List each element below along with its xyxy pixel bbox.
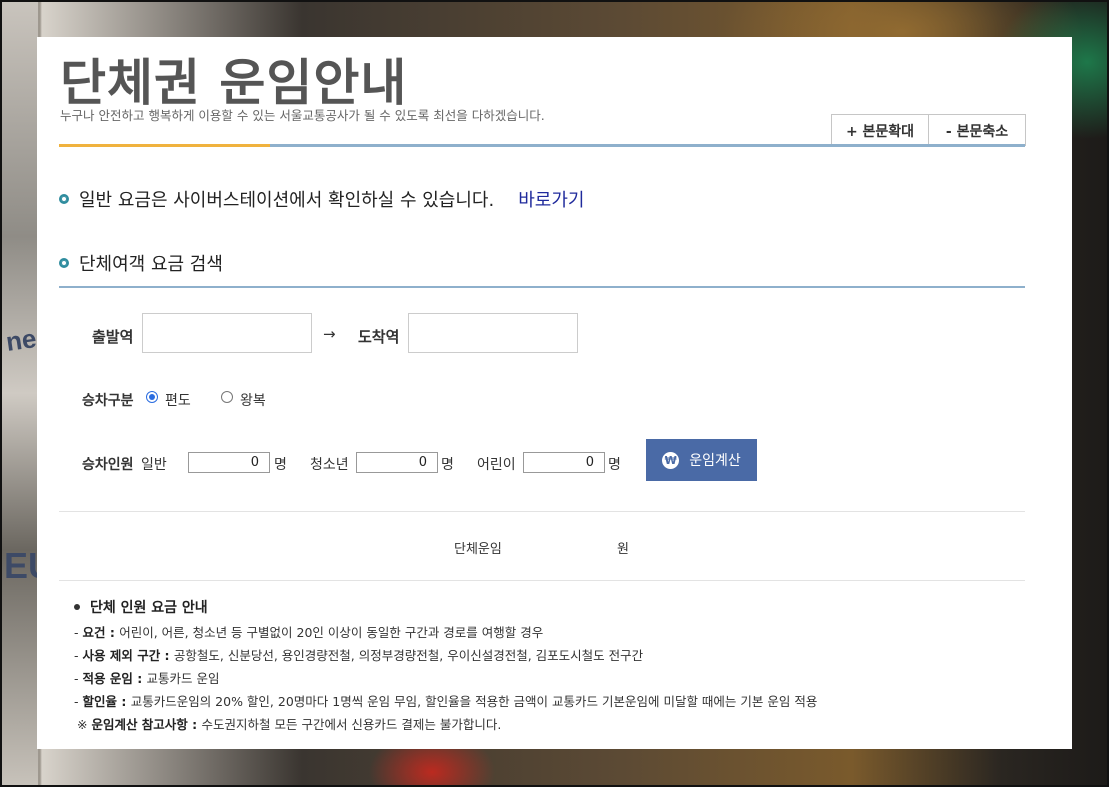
title-divider xyxy=(59,144,1025,147)
info-item-payment-note: ※ 운임계산 참고사항 : 수도권지하철 모든 구간에서 신용카드 결제는 불가… xyxy=(77,717,502,732)
adult-count-input[interactable]: 0 xyxy=(188,452,270,473)
ring-bullet-icon xyxy=(59,194,69,204)
arrow-icon: → xyxy=(323,325,336,343)
youth-count-input[interactable]: 0 xyxy=(356,452,438,473)
group-search-title: 단체여객 요금 검색 xyxy=(79,254,223,275)
one-way-radio[interactable] xyxy=(146,391,158,403)
info-item-applied-fare: - 적용 운임 : 교통카드 운임 xyxy=(74,671,220,686)
calculate-fare-label: 운임계산 xyxy=(689,453,741,469)
page-subtitle: 누구나 안전하고 행복하게 이용할 수 있는 서울교통공사가 될 수 있도록 최… xyxy=(60,108,545,123)
round-trip-label: 왕복 xyxy=(240,393,266,409)
group-fare-label: 단체운임 xyxy=(454,542,502,557)
text-zoom-controls: + 본문확대 - 본문축소 xyxy=(831,114,1026,146)
arrival-label: 도착역 xyxy=(358,328,400,346)
info-item-discount-rate: - 할인율 : 교통카드운임의 20% 할인, 20명마다 1명씩 운임 무임,… xyxy=(74,694,818,709)
ring-bullet-icon xyxy=(59,258,69,268)
background-side-panel xyxy=(2,2,38,785)
youth-label: 청소년 xyxy=(310,457,349,473)
group-fare-info-heading: 단체 인원 요금 안내 xyxy=(74,597,208,617)
background-sign-text: ne xyxy=(3,323,39,357)
passengers-label: 승차인원 xyxy=(82,457,134,473)
cyber-station-link[interactable]: 바로가기 xyxy=(518,186,584,212)
reduce-text-button[interactable]: - 본문축소 xyxy=(928,115,1025,146)
info-item-excluded-lines: - 사용 제외 구간 : 공항철도, 신분당선, 용인경량전철, 의정부경량전철… xyxy=(74,648,644,663)
search-divider xyxy=(59,286,1025,288)
group-fare-info-title: 단체 인원 요금 안내 xyxy=(90,600,208,616)
group-search-heading: 단체여객 요금 검색 xyxy=(59,250,223,276)
trip-type-label: 승차구분 xyxy=(82,393,134,409)
departure-label: 출발역 xyxy=(92,328,134,346)
departure-station-input[interactable] xyxy=(142,313,312,353)
won-icon: ₩ xyxy=(662,451,680,469)
group-fare-unit: 원 xyxy=(617,542,629,557)
round-trip-radio[interactable] xyxy=(221,391,233,403)
info-item-requirement: - 요건 : 어린이, 어른, 청소년 등 구별없이 20인 이상이 동일한 구… xyxy=(74,625,544,640)
title-divider-accent xyxy=(59,144,270,147)
youth-unit: 명 xyxy=(441,457,454,473)
adult-label: 일반 xyxy=(141,457,167,473)
fare-notice-text: 일반 요금은 사이버스테이션에서 확인하실 수 있습니다. xyxy=(79,190,495,211)
adult-unit: 명 xyxy=(274,457,287,473)
content-panel: 단체권 운임안내 누구나 안전하고 행복하게 이용할 수 있는 서울교통공사가 … xyxy=(37,37,1072,749)
arrival-station-input[interactable] xyxy=(408,313,578,353)
enlarge-text-button[interactable]: + 본문확대 xyxy=(832,115,928,146)
result-divider-top xyxy=(59,511,1025,512)
child-count-input[interactable]: 0 xyxy=(523,452,605,473)
fare-notice: 일반 요금은 사이버스테이션에서 확인하실 수 있습니다. 바로가기 xyxy=(59,186,584,212)
calculate-fare-button[interactable]: ₩ 운임계산 xyxy=(646,439,757,481)
dot-bullet-icon xyxy=(74,604,80,610)
result-divider-bottom xyxy=(59,580,1025,581)
child-unit: 명 xyxy=(608,457,621,473)
child-label: 어린이 xyxy=(477,457,516,473)
one-way-label: 편도 xyxy=(165,393,191,409)
